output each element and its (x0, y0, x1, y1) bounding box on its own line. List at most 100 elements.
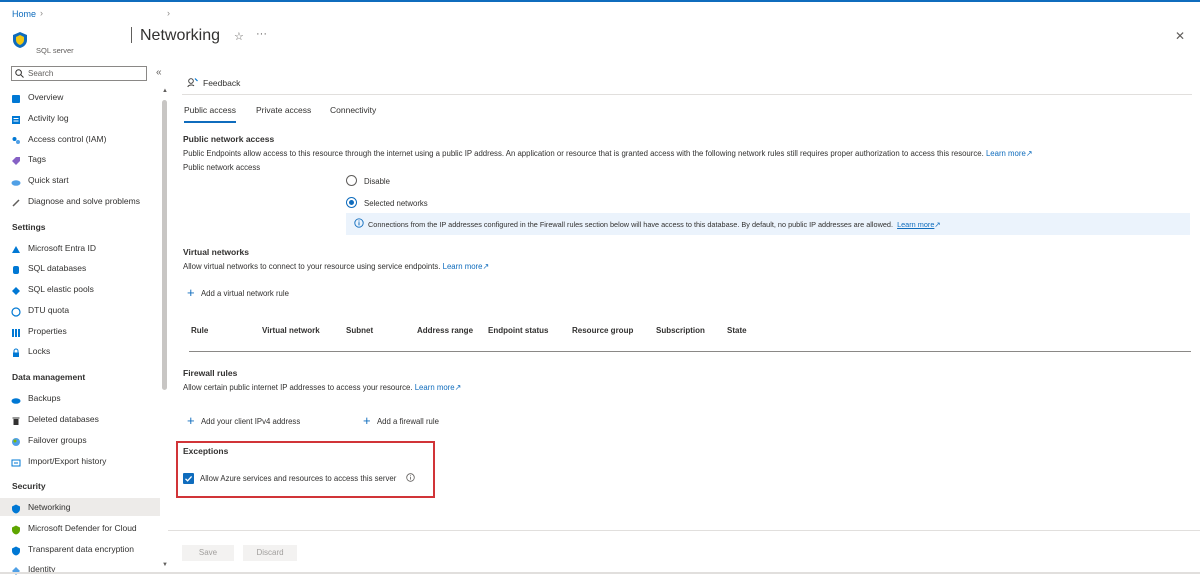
globe-icon (11, 435, 21, 446)
info-message-text: Connections from the IP addresses config… (368, 220, 941, 229)
add-firewall-rule-button[interactable]: + Add a firewall rule (363, 413, 439, 428)
sidebar-item-access-control[interactable]: Access control (IAM) (0, 130, 160, 148)
sidebar-item-networking[interactable]: Networking (0, 498, 160, 516)
sql-database-icon (11, 92, 21, 103)
learn-more-link[interactable]: Learn more (986, 149, 1026, 158)
save-button[interactable]: Save (182, 545, 234, 561)
close-icon[interactable]: ✕ (1175, 29, 1185, 43)
external-link-icon: ↗ (934, 220, 941, 229)
info-message-bar: Connections from the IP addresses config… (346, 213, 1190, 235)
sidebar-item-failover-groups[interactable]: Failover groups (0, 431, 160, 449)
sidebar-item-tde[interactable]: Transparent data encryption (0, 540, 160, 558)
allow-azure-services-label: Allow Azure services and resources to ac… (200, 474, 397, 483)
history-icon (11, 456, 21, 467)
external-link-icon: ↗ (454, 383, 462, 392)
learn-more-link[interactable]: Learn more (443, 262, 483, 271)
search-input[interactable]: Search (11, 66, 147, 81)
defender-icon (11, 523, 21, 535)
radio-selected-networks[interactable] (346, 197, 357, 208)
sidebar-item-diagnose[interactable]: Diagnose and solve problems (0, 192, 160, 210)
cloud-icon (11, 175, 21, 186)
plus-icon: + (187, 285, 195, 300)
sidebar-item-quick-start[interactable]: Quick start (0, 171, 160, 189)
column-header-address-range: Address range (417, 326, 474, 335)
properties-icon (11, 326, 21, 337)
tab-private-access[interactable]: Private access (256, 105, 311, 115)
external-link-icon: ↗ (1025, 149, 1033, 158)
elastic-pool-icon (11, 284, 21, 295)
plus-icon: + (363, 413, 371, 428)
sidebar-item-properties[interactable]: Properties (0, 322, 160, 340)
allow-azure-services-checkbox[interactable] (183, 473, 194, 484)
shield-icon (11, 544, 21, 556)
radio-disable-label: Disable (364, 177, 391, 186)
sidebar-item-defender[interactable]: Microsoft Defender for Cloud (0, 519, 160, 537)
backup-icon (11, 393, 21, 404)
external-link-icon: ↗ (482, 262, 490, 271)
feedback-icon (187, 77, 198, 88)
sidebar-heading-security: Security (12, 481, 46, 491)
exceptions-title: Exceptions (183, 446, 229, 456)
sidebar-item-deleted-databases[interactable]: Deleted databases (0, 410, 160, 428)
sidebar-item-activity-log[interactable]: Activity log (0, 109, 160, 127)
tab-connectivity[interactable]: Connectivity (330, 105, 376, 115)
feedback-label: Feedback (203, 78, 241, 88)
public-network-access-title: Public network access (183, 134, 275, 144)
info-learn-more-link[interactable]: Learn more (897, 220, 934, 229)
sidebar-item-tags[interactable]: Tags (0, 150, 160, 168)
firewall-rules-description: Allow certain public internet IP address… (183, 383, 462, 392)
sql-server-icon (12, 31, 28, 49)
page-title: Networking (140, 27, 221, 44)
virtual-networks-title: Virtual networks (183, 247, 249, 257)
scroll-up-icon[interactable]: ▲ (162, 88, 168, 94)
feedback-button[interactable]: Feedback (187, 77, 241, 88)
radio-disable[interactable] (346, 175, 357, 186)
sidebar-item-elastic-pools[interactable]: SQL elastic pools (0, 280, 160, 298)
lock-icon (11, 346, 21, 357)
shield-icon (11, 502, 21, 514)
sidebar-item-locks[interactable]: Locks (0, 342, 160, 360)
sidebar-item-sql-databases[interactable]: SQL databases (0, 259, 160, 277)
sidebar-item-identity[interactable]: Identity (0, 560, 160, 578)
footer-divider (168, 530, 1200, 531)
sidebar-item-entra-id[interactable]: Microsoft Entra ID (0, 239, 160, 257)
tab-public-access[interactable]: Public access (184, 105, 236, 123)
firewall-rules-title: Firewall rules (183, 368, 238, 378)
radio-selected-networks-label: Selected networks (364, 199, 428, 208)
discard-button[interactable]: Discard (243, 545, 297, 561)
collapse-sidebar-icon[interactable]: « (156, 67, 162, 78)
sql-database-icon (11, 263, 21, 274)
sidebar-item-dtu-quota[interactable]: DTU quota (0, 301, 160, 319)
activity-log-icon (11, 113, 21, 124)
chevron-right-icon: › (40, 8, 43, 18)
scrollbar-thumb[interactable] (162, 100, 167, 390)
sidebar-heading-data-management: Data management (12, 372, 86, 382)
add-client-ip-button[interactable]: + Add your client IPv4 address (187, 413, 300, 428)
star-icon[interactable]: ☆ (234, 30, 244, 43)
wrench-icon (11, 196, 21, 207)
trash-icon (11, 414, 21, 425)
search-placeholder: Search (28, 69, 54, 78)
column-header-virtual-network: Virtual network (262, 326, 320, 335)
more-icon[interactable]: ··· (256, 28, 267, 40)
breadcrumb-home[interactable]: Home (12, 9, 36, 19)
column-header-subnet: Subnet (346, 326, 374, 335)
sidebar-item-overview[interactable]: Overview (0, 88, 160, 106)
learn-more-link[interactable]: Learn more (415, 383, 455, 392)
tag-icon (11, 154, 21, 165)
plus-icon: + (187, 413, 195, 428)
column-header-rule: Rule (191, 326, 209, 335)
sidebar-scrollbar[interactable]: ▲ ▼ (161, 88, 168, 568)
add-virtual-network-rule-button[interactable]: + Add a virtual network rule (187, 285, 289, 300)
quota-icon (11, 305, 21, 317)
people-icon (11, 134, 21, 144)
resource-type: SQL server (36, 46, 74, 55)
title-divider (131, 27, 132, 43)
sidebar-item-import-export-history[interactable]: Import/Export history (0, 452, 160, 470)
sidebar-item-backups[interactable]: Backups (0, 389, 160, 407)
toolbar-divider (182, 94, 1192, 95)
scroll-down-icon[interactable]: ▼ (162, 562, 168, 568)
info-icon[interactable] (406, 473, 415, 482)
column-header-endpoint-status: Endpoint status (488, 326, 549, 335)
sidebar-heading-settings: Settings (12, 222, 46, 232)
